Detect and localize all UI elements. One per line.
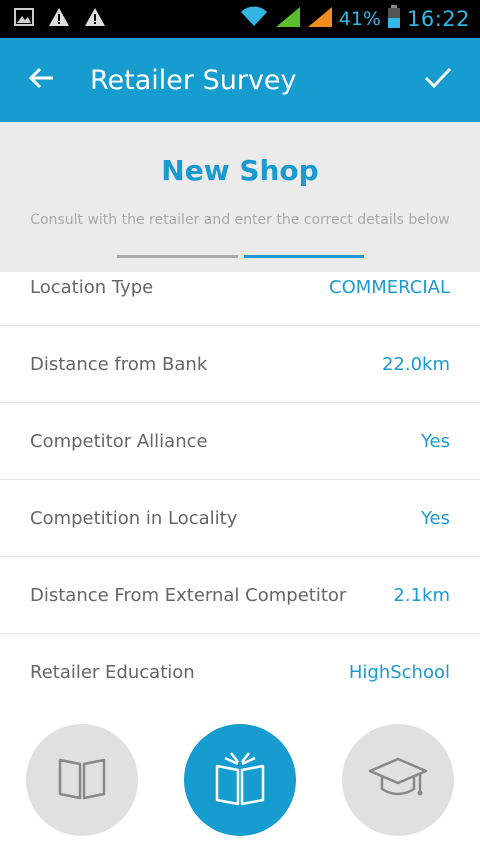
arrow-left-icon: [28, 67, 55, 93]
row-label: Distance from Bank: [30, 353, 208, 375]
education-option-graduation[interactable]: [342, 724, 454, 836]
detail-row-competition-in-locality[interactable]: Competition in Locality Yes: [0, 480, 480, 557]
wifi-icon: [239, 6, 269, 32]
image-notification-icon: [14, 8, 34, 30]
row-label: Retailer Education: [30, 662, 195, 683]
survey-details-list: Location Type COMMERCIAL Distance from B…: [0, 249, 480, 711]
battery-percent: 41%: [338, 8, 381, 30]
row-value: COMMERCIAL: [329, 276, 450, 298]
row-label: Distance From External Competitor: [30, 584, 347, 606]
back-button[interactable]: [0, 38, 84, 122]
detail-row-competitor-alliance[interactable]: Competitor Alliance Yes: [0, 403, 480, 480]
app-bar: Retailer Survey: [0, 38, 480, 122]
page-title: Retailer Survey: [90, 64, 297, 96]
detail-row-distance-external-competitor[interactable]: Distance From External Competitor 2.1km: [0, 557, 480, 634]
check-icon: [424, 67, 452, 93]
status-bar: 41% 16:22: [0, 0, 480, 38]
row-label: Competitor Alliance: [30, 430, 208, 452]
shop-title: New Shop: [161, 154, 319, 187]
education-option-open-book[interactable]: [184, 724, 296, 836]
detail-row-distance-from-bank[interactable]: Distance from Bank 22.0km: [0, 326, 480, 403]
battery-icon: [387, 5, 401, 33]
graduation-cap-icon: [368, 755, 428, 805]
row-value: 2.1km: [393, 584, 450, 606]
warning-icon: [48, 7, 70, 31]
row-value: Yes: [420, 430, 450, 452]
open-book-icon: [213, 750, 267, 810]
confirm-button[interactable]: [396, 38, 480, 122]
progress-step-1: [117, 255, 238, 258]
row-value: HighSchool: [348, 662, 450, 683]
survey-header: New Shop Consult with the retailer and e…: [0, 122, 480, 272]
education-option-book[interactable]: [26, 724, 138, 836]
book-icon: [56, 754, 108, 806]
signal-green-icon: [275, 6, 301, 32]
warning-icon: [84, 7, 106, 31]
row-label: Competition in Locality: [30, 507, 238, 529]
shop-subtitle: Consult with the retailer and enter the …: [30, 212, 450, 228]
signal-orange-icon: [307, 6, 333, 32]
education-options: [0, 724, 480, 836]
step-progress: [117, 255, 364, 259]
detail-row-retailer-education[interactable]: Retailer Education HighSchool: [0, 634, 480, 711]
clock: 16:22: [406, 7, 470, 31]
row-value: 22.0km: [381, 353, 450, 375]
progress-step-2: [243, 255, 364, 258]
row-value: Yes: [420, 507, 450, 529]
row-label: Location Type: [30, 276, 154, 298]
